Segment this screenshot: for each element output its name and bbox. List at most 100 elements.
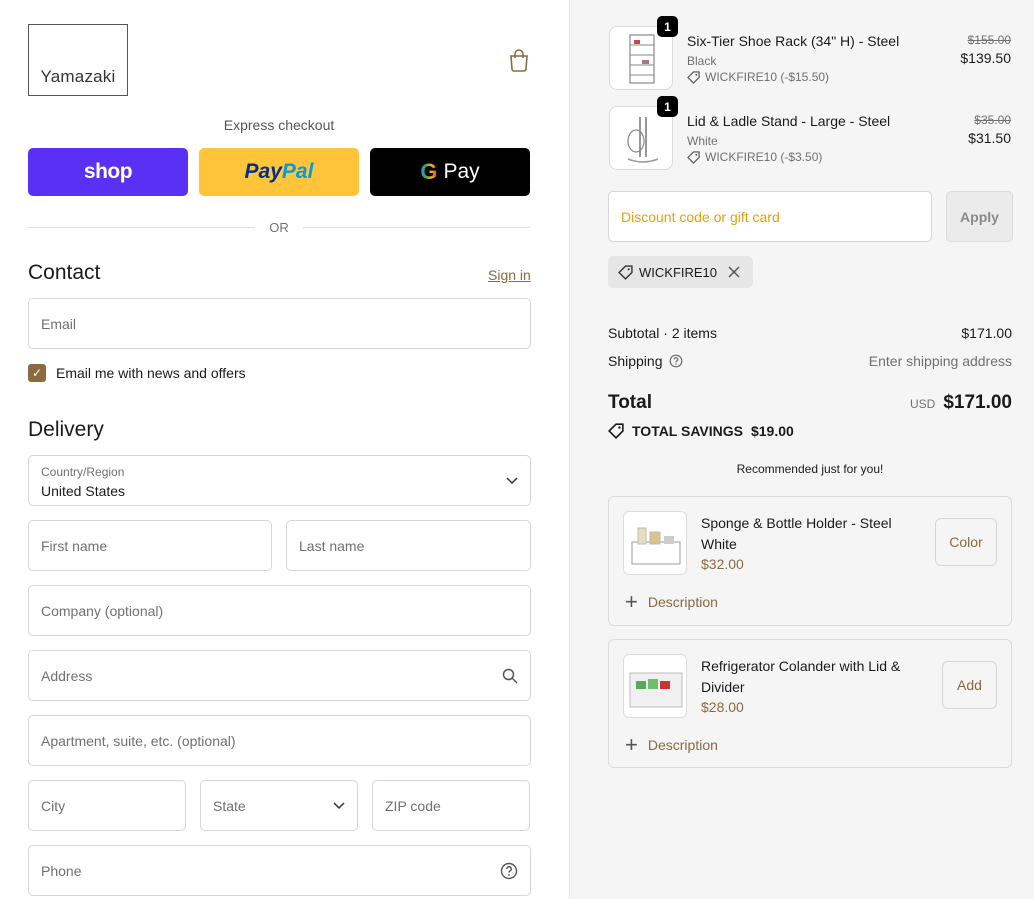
company-placeholder: Company (optional): [41, 602, 164, 619]
savings-value: $19.00: [750, 423, 794, 439]
newsletter-label: Email me with news and offers: [56, 365, 246, 381]
newsletter-checkbox[interactable]: ✓: [28, 364, 46, 382]
sign-in-link[interactable]: Sign in: [488, 267, 531, 283]
item-variant: White: [687, 134, 718, 148]
address-field[interactable]: Address: [28, 650, 531, 701]
cart-item: 1 Lid & Ladle Stand - Large - Steel Whit…: [609, 96, 1013, 176]
item-price-original: $35.00: [974, 113, 1011, 127]
country-value: United States: [41, 483, 126, 499]
applied-discount-code: WICKFIRE10: [639, 264, 718, 280]
email-field[interactable]: Email: [28, 298, 531, 349]
store-logo[interactable]: Yamazaki: [28, 24, 128, 96]
apartment-field[interactable]: Apartment, suite, etc. (optional): [28, 715, 531, 766]
shopping-bag-icon[interactable]: [508, 48, 530, 72]
recommendation-name-line: Sponge & Bottle Holder - Steel: [701, 515, 892, 531]
first-name-placeholder: First name: [41, 537, 108, 554]
item-title: Six-Tier Shoe Rack (34" H) - Steel: [687, 33, 900, 49]
tag-icon: [687, 150, 700, 164]
help-circle-icon[interactable]: [500, 862, 518, 880]
tag-icon: [608, 423, 624, 439]
search-icon[interactable]: [502, 668, 518, 684]
item-price-original: $155.00: [967, 33, 1011, 47]
city-field[interactable]: City: [28, 780, 186, 831]
recommendation-card: Sponge & Bottle Holder - Steel White $32…: [608, 496, 1012, 626]
paypal-button[interactable]: Pay Pal: [199, 148, 359, 196]
chevron-down-icon: [506, 476, 518, 484]
recommendation-name: Refrigerator Colander with Lid & Divider: [701, 656, 921, 698]
item-price-discounted: $31.50: [968, 130, 1011, 146]
item-price-discounted: $139.50: [960, 50, 1011, 66]
description-label: Description: [647, 737, 718, 753]
paypal-label-a: Pay: [244, 160, 282, 183]
or-label: OR: [269, 220, 289, 235]
description-toggle[interactable]: + Description: [625, 734, 718, 756]
google-pay-button[interactable]: G Pay: [370, 148, 530, 196]
help-circle-icon[interactable]: [669, 354, 683, 368]
plus-icon: +: [625, 732, 638, 757]
item-discount-text: WICKFIRE10 (-$3.50): [705, 150, 823, 164]
total-row: Total USD $171.00: [608, 392, 1012, 414]
or-divider: OR: [28, 220, 530, 235]
shipping-row: Shipping Enter shipping address: [608, 353, 1012, 369]
item-variant: Black: [687, 54, 717, 68]
quantity-badge: 1: [657, 16, 678, 37]
first-name-field[interactable]: First name: [28, 520, 272, 571]
state-placeholder: State: [213, 797, 246, 814]
total-amount: $171.00: [943, 392, 1012, 413]
company-field[interactable]: Company (optional): [28, 585, 531, 636]
currency-code: USD: [909, 397, 936, 411]
description-label: Description: [647, 594, 718, 610]
recommendation-name: Sponge & Bottle Holder - Steel White: [701, 513, 921, 555]
recommendation-card: Refrigerator Colander with Lid & Divider…: [608, 639, 1012, 768]
apply-discount-button[interactable]: Apply: [946, 191, 1013, 242]
subtotal-value: $171.00: [961, 325, 1012, 341]
cart-item: 1 Six-Tier Shoe Rack (34" H) - Steel Bla…: [609, 16, 1013, 96]
add-to-cart-button[interactable]: Add: [942, 661, 997, 709]
recommendation-name-line: Divider: [701, 679, 745, 695]
google-g-icon: G: [420, 159, 438, 184]
quantity-badge: 1: [657, 96, 678, 117]
recommendation-name-line: White: [701, 536, 737, 552]
phone-field[interactable]: Phone: [28, 845, 531, 896]
tag-icon: [687, 70, 700, 84]
newsletter-option[interactable]: ✓ Email me with news and offers: [28, 364, 246, 382]
country-select[interactable]: Country/Region United States: [28, 455, 531, 506]
shipping-label-group: Shipping: [608, 353, 683, 369]
chevron-down-icon: [333, 801, 345, 809]
state-select[interactable]: State: [200, 780, 358, 831]
tag-icon: [618, 264, 633, 280]
delivery-heading: Delivery: [28, 418, 104, 441]
google-pay-label: Pay: [443, 160, 480, 183]
phone-placeholder: Phone: [41, 862, 82, 879]
address-placeholder: Address: [41, 667, 93, 684]
total-savings: TOTAL SAVINGS $19.00: [608, 423, 794, 439]
product-thumbnail: [623, 511, 687, 575]
item-discount-text: WICKFIRE10 (-$15.50): [705, 70, 830, 84]
savings-label: TOTAL SAVINGS: [632, 423, 743, 439]
plus-icon: +: [625, 589, 638, 614]
total-label: Total: [608, 392, 652, 413]
shipping-value: Enter shipping address: [868, 353, 1012, 369]
subtotal-row: Subtotal · 2 items $171.00: [608, 325, 1012, 341]
divider-line: [28, 227, 256, 228]
last-name-placeholder: Last name: [299, 537, 365, 554]
discount-code-input[interactable]: Discount code or gift card: [608, 191, 932, 242]
total-value-group: USD $171.00: [910, 392, 1012, 414]
item-discount: WICKFIRE10 (-$15.50): [687, 70, 829, 84]
divider-line: [302, 227, 530, 228]
shop-pay-label: shop: [83, 160, 133, 183]
last-name-field[interactable]: Last name: [286, 520, 531, 571]
store-logo-text: Yamazaki: [40, 67, 116, 86]
discount-code-placeholder: Discount code or gift card: [621, 208, 780, 225]
description-toggle[interactable]: + Description: [625, 591, 718, 613]
zip-field[interactable]: ZIP code: [372, 780, 530, 831]
shop-pay-button[interactable]: shop: [28, 148, 188, 196]
email-placeholder: Email: [41, 315, 77, 332]
close-icon[interactable]: [727, 265, 741, 279]
choose-color-button[interactable]: Color: [935, 518, 997, 566]
item-discount: WICKFIRE10 (-$3.50): [687, 150, 822, 164]
checkout-form-panel: Yamazaki Express checkout shop Pay Pal G …: [0, 0, 569, 899]
contact-heading: Contact: [28, 261, 101, 284]
recommendation-name-line: Refrigerator Colander with Lid &: [701, 658, 901, 674]
applied-discount-chip: WICKFIRE10: [608, 256, 754, 288]
